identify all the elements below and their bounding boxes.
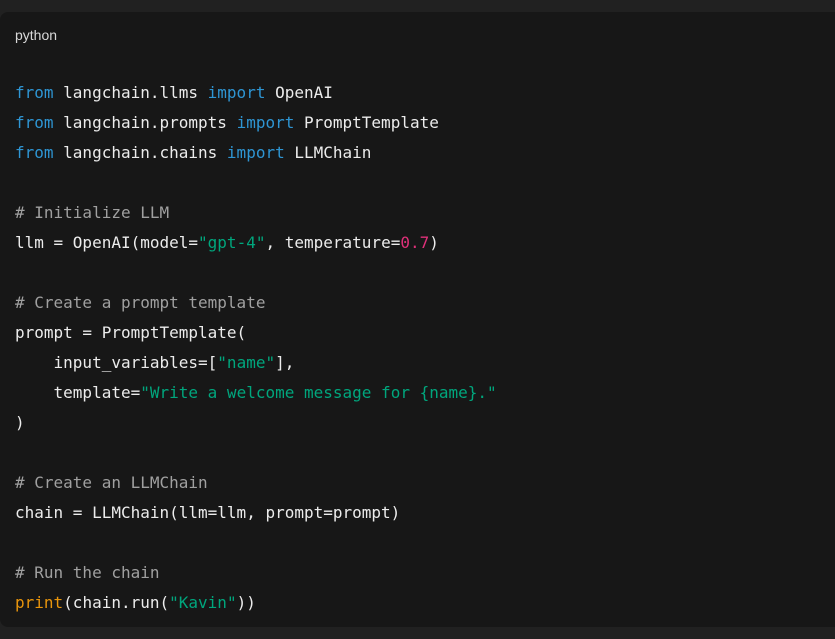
code-token: PromptTemplate — [294, 113, 439, 132]
code-token: "name" — [217, 353, 276, 372]
code-line: template="Write a welcome message for {n… — [15, 378, 497, 408]
code-token: import — [236, 113, 295, 132]
code-token: prompt = PromptTemplate( — [15, 323, 247, 342]
code-token: template= — [15, 383, 141, 402]
code-token: )) — [236, 593, 256, 612]
code-token: print — [15, 593, 64, 612]
code-token: # Initialize LLM — [15, 203, 170, 222]
code-token: LLMChain — [284, 143, 372, 162]
code-token: langchain.llms — [53, 83, 208, 102]
code-token: (chain.run( — [63, 593, 170, 612]
code-token: # Create an LLMChain — [15, 473, 208, 492]
code-line: llm = OpenAI(model="gpt-4", temperature=… — [15, 228, 497, 258]
code-token: ) — [429, 233, 439, 252]
code-line: from langchain.prompts import PromptTemp… — [15, 108, 497, 138]
code-line: prompt = PromptTemplate( — [15, 318, 497, 348]
code-line: # Create a prompt template — [15, 288, 497, 318]
code-token: # Run the chain — [15, 563, 160, 582]
code-token: llm = OpenAI(model= — [15, 233, 199, 252]
code-token: OpenAI — [265, 83, 333, 102]
code-line: # Create an LLMChain — [15, 468, 497, 498]
code-token: from — [15, 113, 54, 132]
code-token: # Create a prompt template — [15, 293, 266, 312]
code-token: ], — [275, 353, 295, 372]
code-line: input_variables=["name"], — [15, 348, 497, 378]
code-block: python from langchain.llms import OpenAI… — [0, 12, 835, 627]
code-line: from langchain.chains import LLMChain — [15, 138, 497, 168]
code-line: # Run the chain — [15, 558, 497, 588]
code-token: 0.7 — [400, 233, 430, 252]
code-content[interactable]: from langchain.llms import OpenAI from la… — [15, 78, 497, 618]
code-line: # Initialize LLM — [15, 198, 497, 228]
code-token: ) — [15, 413, 25, 432]
code-token: langchain.chains — [53, 143, 227, 162]
code-line: print(chain.run("Kavin")) — [15, 588, 497, 618]
code-token: "Write a welcome message for {name}." — [140, 383, 497, 402]
code-token: from — [15, 83, 54, 102]
code-language-label: python — [15, 27, 58, 43]
code-token: "gpt-4" — [198, 233, 266, 252]
code-token: import — [226, 143, 285, 162]
code-line: chain = LLMChain(llm=llm, prompt=prompt) — [15, 498, 497, 528]
code-line: ) — [15, 408, 497, 438]
code-line: from langchain.llms import OpenAI — [15, 78, 497, 108]
code-token: input_variables=[ — [15, 353, 218, 372]
code-token: chain = LLMChain(llm=llm, prompt=prompt) — [15, 503, 401, 522]
code-token: langchain.prompts — [53, 113, 237, 132]
code-token: import — [207, 83, 266, 102]
code-token: , temperature= — [265, 233, 401, 252]
page-background: python from langchain.llms import OpenAI… — [0, 0, 835, 639]
code-token: from — [15, 143, 54, 162]
code-token: "Kavin" — [169, 593, 237, 612]
